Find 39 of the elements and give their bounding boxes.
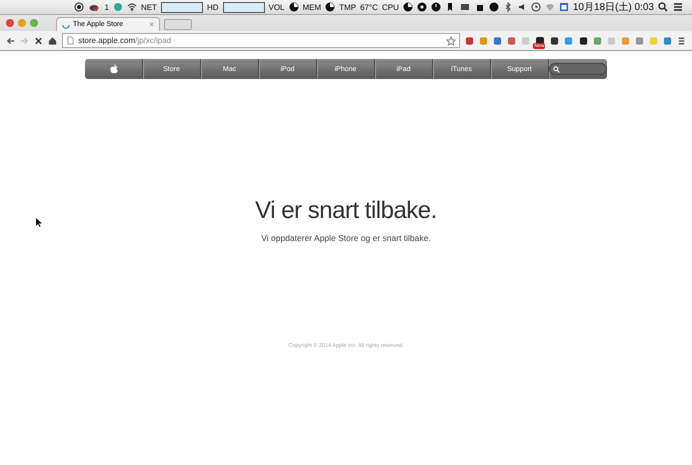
tab-close-button[interactable]: × xyxy=(149,20,154,29)
home-icon[interactable] xyxy=(48,36,58,46)
page-heading: Vi er snart tilbake. xyxy=(255,197,437,225)
list-icon[interactable] xyxy=(672,2,684,12)
meter-graph xyxy=(222,2,264,12)
meter-label: TMP xyxy=(339,2,356,12)
search-field[interactable] xyxy=(549,63,607,75)
menubar-clock[interactable]: 10月18日(土) 0:03 xyxy=(572,0,654,14)
meter-label: 67°C xyxy=(360,2,378,12)
back-icon[interactable] xyxy=(6,36,16,46)
meter-label: NET xyxy=(140,2,157,12)
url-text: store.apple.com/jp/xc/ipad xyxy=(78,36,172,45)
meter-label: MEM xyxy=(302,2,322,12)
apple-logo-icon[interactable] xyxy=(108,64,118,74)
search-icon xyxy=(553,66,560,72)
pie-meter-icon xyxy=(325,2,336,12)
record-icon[interactable] xyxy=(74,2,84,12)
badge-count: 1 xyxy=(104,2,109,12)
meter-label: HD xyxy=(206,2,218,12)
clock-icon[interactable] xyxy=(530,2,541,12)
close-button[interactable] xyxy=(6,19,14,27)
speaker-icon[interactable] xyxy=(516,2,527,12)
square-icon[interactable] xyxy=(564,36,574,46)
cloud-icon[interactable] xyxy=(88,2,100,12)
bluetooth-icon[interactable] xyxy=(502,2,513,12)
pie-meter-icon xyxy=(288,2,299,12)
mouse-cursor-icon xyxy=(36,218,42,227)
menu-icon[interactable] xyxy=(676,36,686,46)
meter-label: VOL xyxy=(268,2,285,12)
page-subtitle: Vi oppdaterer Apple Store og er snart tilbake. xyxy=(261,233,431,243)
star-icon[interactable] xyxy=(446,36,456,46)
stop-icon[interactable] xyxy=(34,36,44,46)
meter-label: CPU xyxy=(382,2,399,12)
address-bar[interactable]: store.apple.com/jp/xc/ipad xyxy=(62,33,460,48)
wifi-icon[interactable] xyxy=(126,2,137,12)
calendar-icon[interactable] xyxy=(558,2,569,12)
search-icon[interactable] xyxy=(658,2,668,12)
pie-meter-icon xyxy=(402,2,413,12)
meter-graph xyxy=(160,2,203,12)
